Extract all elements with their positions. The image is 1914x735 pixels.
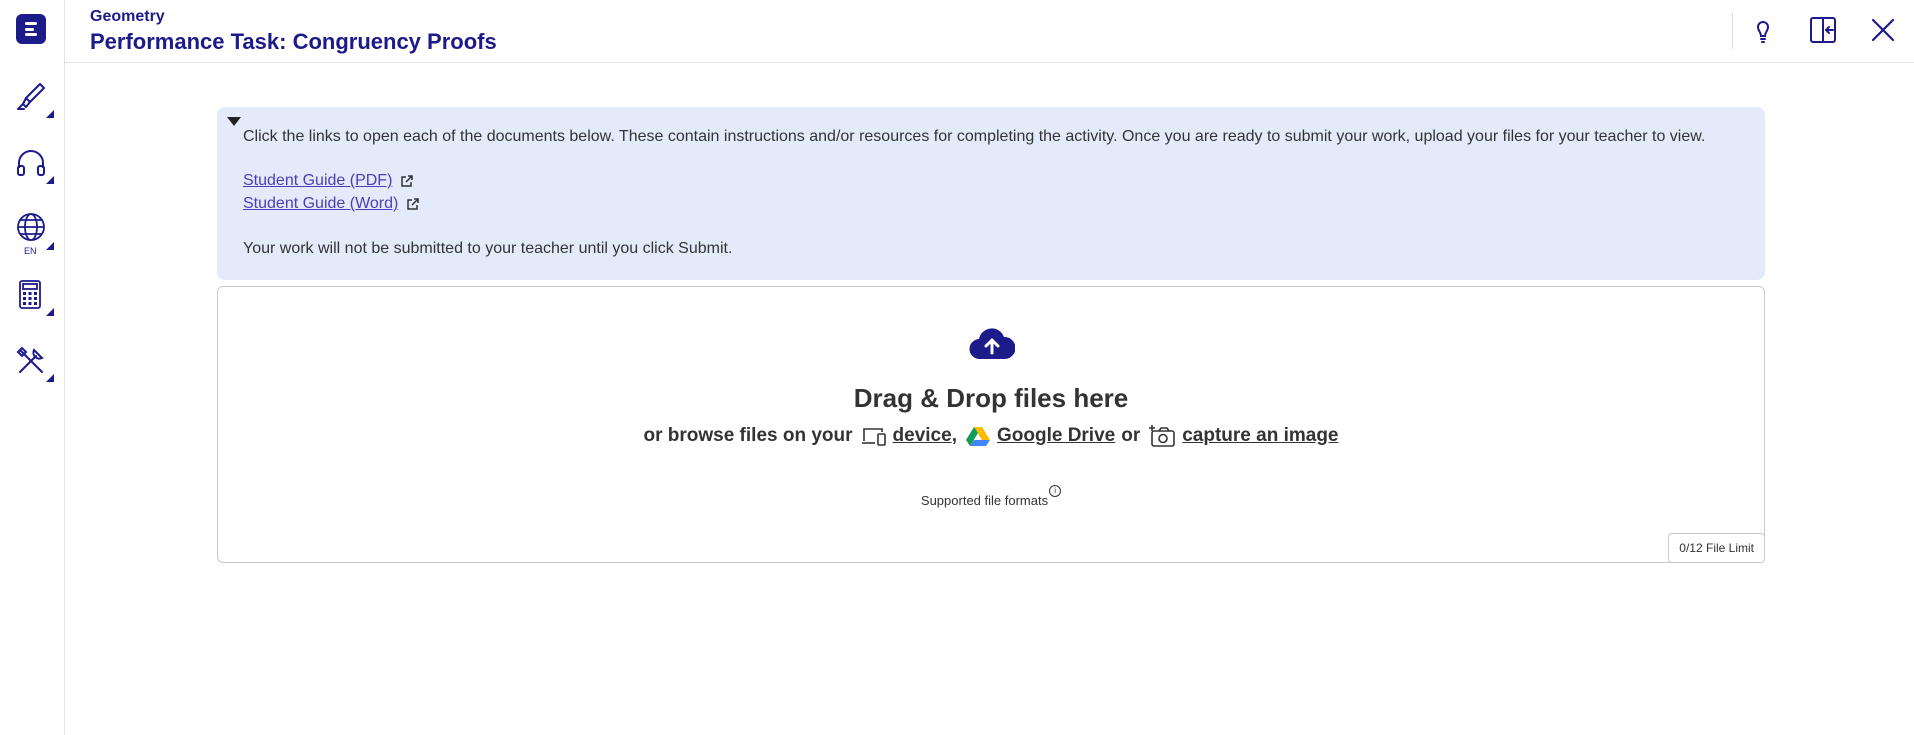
supported-formats[interactable]: Supported file formatsi bbox=[218, 485, 1764, 508]
calculator-tool[interactable] bbox=[10, 272, 56, 322]
globe-icon bbox=[17, 213, 45, 241]
language-tool[interactable]: EN bbox=[10, 206, 56, 256]
course-name: Geometry bbox=[90, 8, 165, 25]
header-divider bbox=[1732, 13, 1733, 49]
supported-formats-label: Supported file formats bbox=[920, 493, 1049, 508]
external-link-icon bbox=[401, 175, 414, 187]
browse-prefix: or browse files on your bbox=[643, 425, 853, 446]
student-guide-pdf-link[interactable]: Student Guide (PDF) bbox=[243, 172, 414, 190]
link-label: Student Guide (Word) bbox=[243, 195, 399, 212]
hint-button[interactable] bbox=[1747, 14, 1779, 46]
link-label: Student Guide (PDF) bbox=[243, 172, 393, 189]
submission-notice: Your work will not be submitted to your … bbox=[243, 240, 733, 257]
collapse-panel-button[interactable] bbox=[1807, 14, 1839, 46]
google-drive-icon bbox=[965, 427, 990, 446]
device-link[interactable]: device bbox=[893, 425, 952, 447]
student-guide-word-link[interactable]: Student Guide (Word) bbox=[243, 195, 420, 213]
edgenuity-logo-icon[interactable] bbox=[16, 14, 46, 44]
external-link-icon bbox=[407, 198, 420, 210]
highlighter-icon bbox=[17, 83, 45, 110]
highlighter-tool[interactable] bbox=[10, 74, 56, 124]
close-icon bbox=[1871, 18, 1895, 42]
google-drive-link[interactable]: Google Drive bbox=[997, 425, 1115, 447]
close-button[interactable] bbox=[1867, 14, 1899, 46]
browse-options: or browse files on your device , Google … bbox=[218, 424, 1764, 448]
headphones-icon bbox=[17, 150, 45, 176]
lightbulb-icon bbox=[1756, 21, 1770, 43]
calculator-icon bbox=[19, 280, 41, 309]
camera-add-icon bbox=[1149, 425, 1176, 447]
tools-icon bbox=[16, 346, 44, 373]
cloud-upload-icon bbox=[969, 328, 1015, 360]
page-header: Geometry Performance Task: Congruency Pr… bbox=[65, 0, 1914, 63]
comma-separator: , bbox=[951, 425, 957, 446]
device-icon bbox=[861, 428, 886, 446]
instructions-text: Click the links to open each of the docu… bbox=[243, 128, 1706, 145]
drop-heading: Drag & Drop files here bbox=[853, 383, 1129, 413]
tool-sidebar: EN bbox=[0, 0, 65, 735]
collapse-panel-icon bbox=[1810, 17, 1836, 43]
or-separator: or bbox=[1121, 425, 1141, 446]
language-label: EN bbox=[24, 246, 37, 256]
tools-menu[interactable] bbox=[10, 338, 56, 388]
instructions-panel: Click the links to open each of the docu… bbox=[217, 107, 1765, 280]
audio-tool[interactable] bbox=[10, 140, 56, 190]
page-title: Performance Task: Congruency Proofs bbox=[90, 29, 497, 54]
file-limit-badge: 0/12 File Limit bbox=[1668, 533, 1765, 563]
collapse-toggle-icon[interactable] bbox=[227, 117, 241, 126]
info-icon[interactable]: i bbox=[1049, 485, 1062, 497]
file-drop-zone[interactable]: Drag & Drop files here or browse files o… bbox=[217, 286, 1765, 563]
capture-image-link[interactable]: capture an image bbox=[1182, 425, 1338, 447]
